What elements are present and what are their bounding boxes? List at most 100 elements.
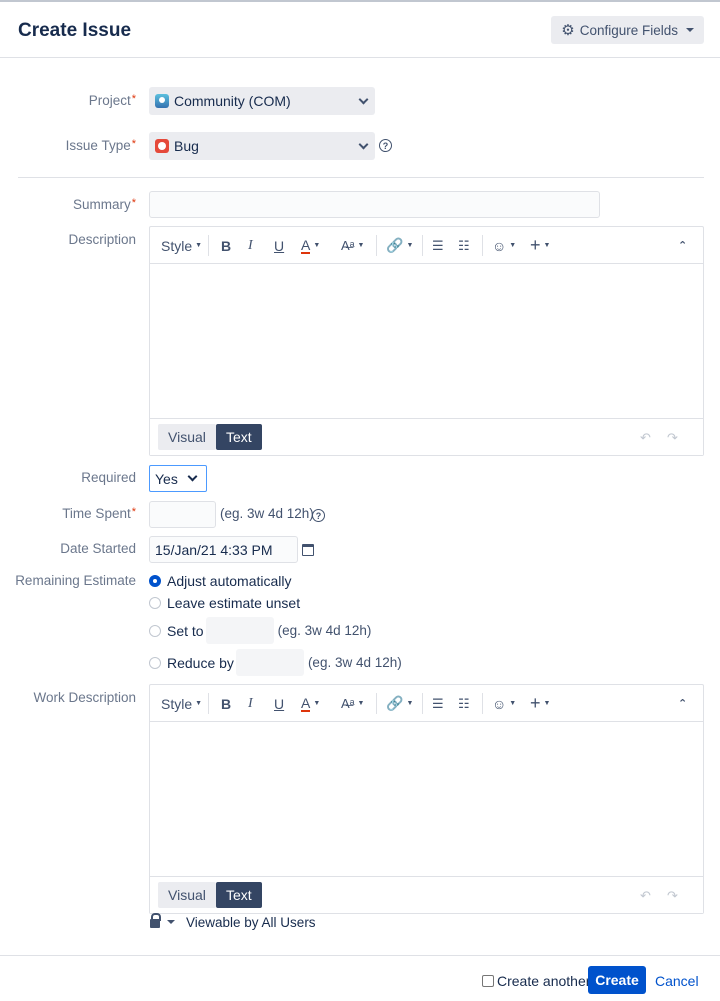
create-another-checkbox[interactable] — [482, 975, 494, 987]
create-issue-dialog: Create Issue ⚙ Configure Fields Project*… — [0, 0, 720, 999]
chevron-down-icon — [358, 94, 369, 105]
italic-button[interactable]: I — [248, 227, 253, 264]
style-dropdown[interactable]: Style ▼ — [161, 685, 202, 722]
numbered-list-icon[interactable]: ☷ — [458, 227, 470, 264]
underline-button[interactable]: U — [274, 685, 284, 722]
radio-leave-estimate-unset[interactable]: Leave estimate unset — [149, 595, 300, 611]
underline-button[interactable]: U — [274, 227, 284, 264]
help-icon[interactable]: ? — [312, 509, 325, 522]
required-label: Required — [81, 470, 136, 485]
summary-input[interactable] — [149, 191, 600, 218]
radio-adjust-automatically[interactable]: Adjust automatically — [149, 573, 292, 589]
emoji-icon[interactable]: ☺ ▼ — [492, 685, 516, 722]
work-description-label: Work Description — [33, 690, 136, 705]
configure-fields-button[interactable]: ⚙ Configure Fields — [551, 16, 704, 44]
required-value: Yes — [155, 470, 178, 487]
date-started-label: Date Started — [60, 541, 136, 556]
redo-icon[interactable]: ↷ — [667, 430, 678, 446]
description-editor: Style ▼ B I U A ▼ A̶ᵃ ▼ 🔗 ▼ ☰ ☷ ☺ ▼ + ▼ ⌃ Visu… — [149, 226, 704, 456]
set-to-input[interactable] — [205, 617, 274, 644]
project-value: Community (COM) — [174, 93, 291, 109]
bold-button[interactable]: B — [221, 685, 231, 722]
required-select[interactable]: Yes — [149, 465, 207, 492]
project-select[interactable]: Community (COM) — [149, 87, 375, 115]
editor-mode-bar: Visual Text ↶ ↷ — [150, 877, 703, 913]
reduce-by-input[interactable] — [235, 649, 304, 676]
numbered-list-icon[interactable]: ☷ — [458, 685, 470, 722]
text-color-button[interactable]: A ▼ — [301, 685, 320, 722]
more-formatting-icon[interactable]: A̶ᵃ ▼ — [341, 685, 364, 722]
caret-down-icon — [686, 28, 694, 32]
time-spent-input[interactable] — [149, 501, 216, 528]
text-mode-tab[interactable]: Text — [216, 882, 262, 908]
toolbar-separator — [376, 693, 377, 714]
issue-type-value: Bug — [174, 138, 199, 154]
project-avatar-icon — [155, 94, 169, 108]
work-description-textarea[interactable] — [150, 722, 703, 877]
visibility-label: Viewable by All Users — [186, 915, 316, 930]
time-spent-hint: (eg. 3w 4d 12h) — [220, 506, 314, 521]
configure-fields-label: Configure Fields — [579, 22, 678, 38]
help-icon[interactable]: ? — [379, 139, 392, 152]
create-button[interactable]: Create — [588, 966, 646, 994]
radio-button[interactable] — [149, 575, 161, 587]
undo-icon[interactable]: ↶ — [640, 430, 651, 446]
more-formatting-icon[interactable]: A̶ᵃ ▼ — [341, 227, 364, 264]
radio-set-to[interactable]: Set to (eg. 3w 4d 12h) — [149, 617, 371, 644]
description-label: Description — [68, 232, 136, 247]
collapse-toolbar-icon[interactable]: ⌃ — [678, 685, 687, 722]
emoji-icon[interactable]: ☺ ▼ — [492, 227, 516, 264]
toolbar-separator — [208, 693, 209, 714]
toolbar-separator — [482, 693, 483, 714]
summary-label: Summary* — [72, 197, 136, 212]
toolbar-separator — [422, 235, 423, 256]
visual-mode-tab[interactable]: Visual — [158, 882, 216, 908]
calendar-icon[interactable] — [302, 544, 314, 556]
text-mode-tab[interactable]: Text — [216, 424, 262, 450]
chevron-down-icon — [187, 471, 198, 482]
redo-icon[interactable]: ↷ — [667, 888, 678, 904]
chevron-down-icon — [358, 139, 369, 150]
issue-type-select[interactable]: Bug — [149, 132, 375, 160]
bullet-list-icon[interactable]: ☰ — [432, 685, 444, 722]
description-textarea[interactable] — [150, 264, 703, 419]
text-color-button[interactable]: A ▼ — [301, 227, 320, 264]
radio-button[interactable] — [149, 656, 161, 669]
insert-more-icon[interactable]: + ▼ — [530, 227, 550, 264]
remaining-estimate-label: Remaining Estimate — [15, 573, 136, 588]
lock-icon — [150, 913, 161, 928]
editor-toolbar: Style ▼ B I U A ▼ A̶ᵃ ▼ 🔗 ▼ ☰ ☷ ☺ ▼ + ▼ ⌃ — [150, 227, 703, 264]
insert-more-icon[interactable]: + ▼ — [530, 685, 550, 722]
toolbar-separator — [422, 693, 423, 714]
cancel-link[interactable]: Cancel — [655, 973, 699, 989]
dialog-header: Create Issue ⚙ Configure Fields — [0, 2, 720, 58]
project-label: Project* — [88, 93, 136, 108]
caret-down-icon — [167, 919, 175, 924]
toolbar-separator — [376, 235, 377, 256]
toolbar-separator — [482, 235, 483, 256]
create-another-option[interactable]: Create another — [482, 973, 590, 989]
visual-mode-tab[interactable]: Visual — [158, 424, 216, 450]
undo-icon[interactable]: ↶ — [640, 888, 651, 904]
style-dropdown[interactable]: Style ▼ — [161, 227, 202, 264]
work-description-editor: Style ▼ B I U A ▼ A̶ᵃ ▼ 🔗 ▼ ☰ ☷ ☺ ▼ + ▼ ⌃ Visu… — [149, 684, 704, 914]
divider — [18, 177, 704, 178]
radio-button[interactable] — [149, 624, 161, 637]
gear-icon: ⚙ — [561, 22, 575, 39]
link-icon[interactable]: 🔗 ▼ — [386, 685, 413, 722]
bug-icon — [155, 139, 169, 153]
collapse-toolbar-icon[interactable]: ⌃ — [678, 227, 687, 264]
visibility-dropdown[interactable] — [150, 913, 175, 928]
issue-type-label: Issue Type* — [65, 138, 136, 153]
bold-button[interactable]: B — [221, 227, 231, 264]
date-started-input[interactable]: 15/Jan/21 4:33 PM — [149, 536, 298, 563]
bullet-list-icon[interactable]: ☰ — [432, 227, 444, 264]
dialog-title: Create Issue — [18, 20, 132, 41]
radio-reduce-by[interactable]: Reduce by (eg. 3w 4d 12h) — [149, 649, 402, 676]
italic-button[interactable]: I — [248, 685, 253, 722]
radio-button[interactable] — [149, 597, 161, 609]
link-icon[interactable]: 🔗 ▼ — [386, 227, 413, 264]
create-another-label: Create another — [497, 973, 591, 989]
editor-toolbar: Style ▼ B I U A ▼ A̶ᵃ ▼ 🔗 ▼ ☰ ☷ ☺ ▼ + ▼ ⌃ — [150, 685, 703, 722]
editor-mode-bar: Visual Text ↶ ↷ — [150, 419, 703, 455]
